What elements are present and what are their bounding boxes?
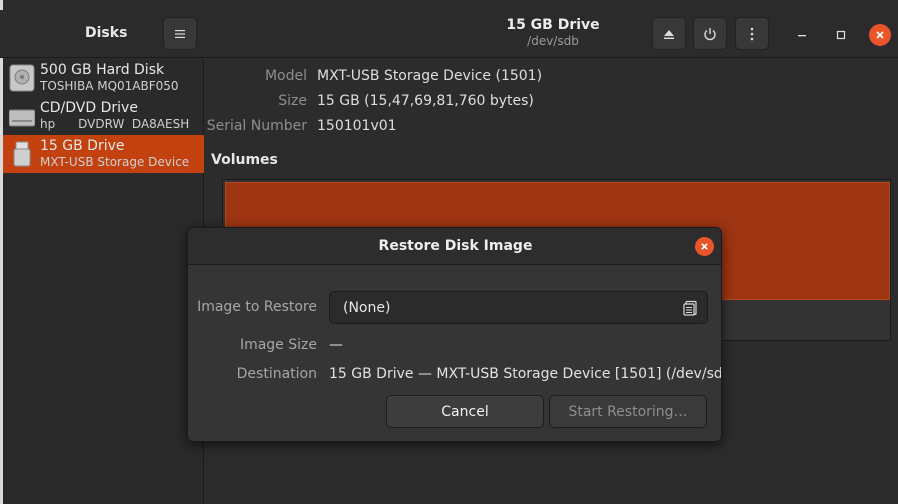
- start-restoring-button[interactable]: Start Restoring…: [549, 395, 707, 428]
- close-icon: [701, 243, 708, 250]
- image-size-label: Image Size: [239, 337, 317, 353]
- disks-window: Disks 15 GB Drive /dev/sdb 500 GB Hard D…: [0, 0, 898, 504]
- image-file-value: (None): [343, 300, 391, 316]
- dialog-layer: Restore Disk Image Image to Restore (Non…: [0, 0, 898, 504]
- image-to-restore-label: Image to Restore: [197, 299, 317, 315]
- image-size-value: —: [329, 337, 343, 353]
- destination-label: Destination: [236, 366, 317, 382]
- cancel-button[interactable]: Cancel: [386, 395, 544, 428]
- restore-disk-image-dialog: Restore Disk Image Image to Restore (Non…: [187, 227, 722, 442]
- file-browse-icon: [683, 300, 697, 316]
- dialog-title: Restore Disk Image: [378, 238, 533, 254]
- dialog-header: Restore Disk Image: [188, 228, 721, 265]
- destination-value: 15 GB Drive — MXT-USB Storage Device [15…: [329, 366, 722, 382]
- dialog-close-button[interactable]: [695, 237, 714, 256]
- image-file-chooser[interactable]: (None): [329, 291, 708, 324]
